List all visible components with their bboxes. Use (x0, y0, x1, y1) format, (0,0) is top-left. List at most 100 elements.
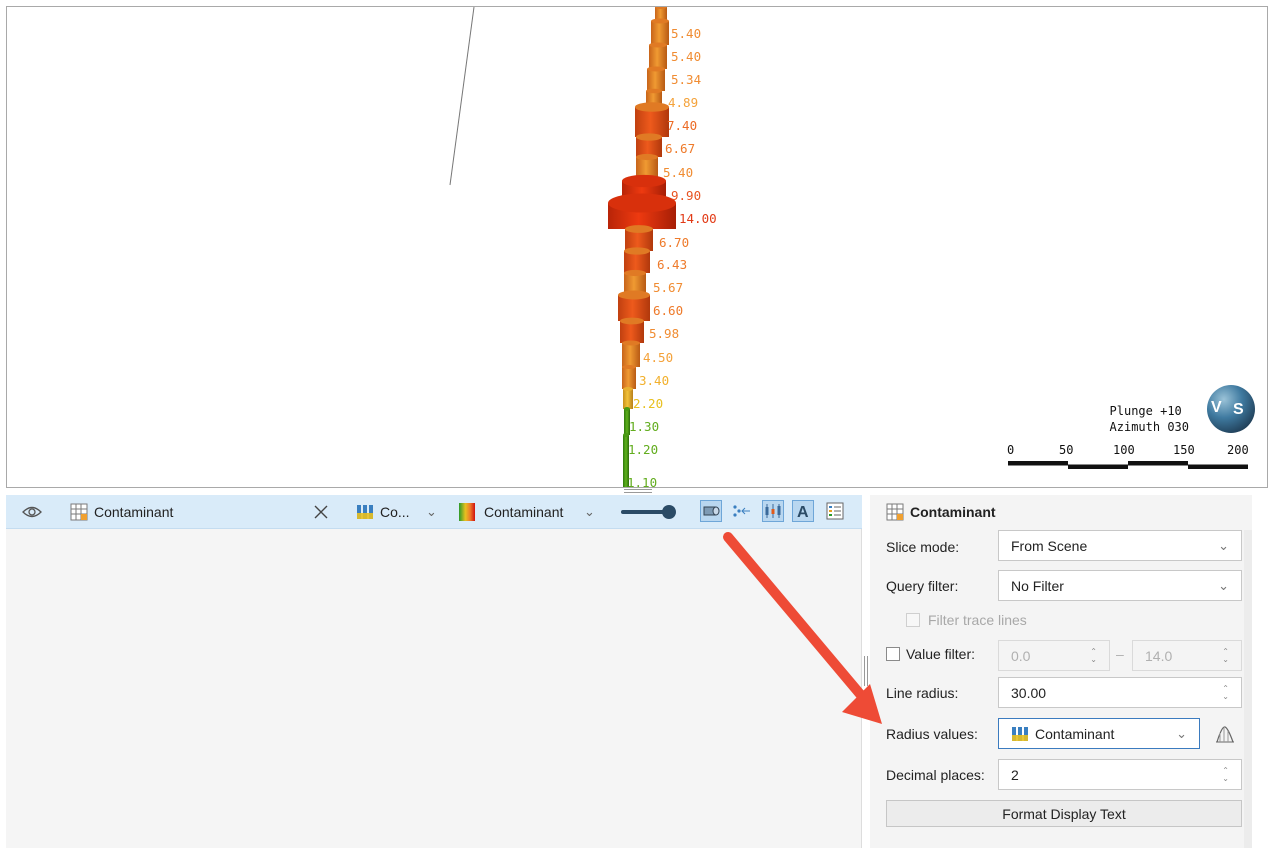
drillhole-segment (649, 45, 667, 69)
legend-icon[interactable] (824, 500, 846, 522)
value-filter-checkbox[interactable] (886, 647, 900, 661)
svg-text:A: A (797, 504, 809, 520)
spinner-arrows-icon[interactable]: ⌃ ⌄ (1222, 684, 1229, 701)
close-icon[interactable] (314, 495, 328, 529)
candlestick-icon[interactable] (762, 500, 784, 522)
slice-mode-value: From Scene (1011, 537, 1088, 554)
columns-icon (356, 495, 374, 529)
distribution-curve-icon[interactable] (1214, 723, 1236, 745)
drillhole-segment-cap (620, 317, 644, 325)
drillhole-segment-cap (625, 225, 653, 233)
line-radius-label: Line radius: (886, 685, 959, 701)
globe-letter-s: S (1233, 401, 1244, 418)
colourmap-select[interactable]: Contaminant (484, 495, 563, 529)
scene-viewport[interactable]: 5.40 5.40 5.34 4.89 7.40 6.67 5.40 9.90 14.00 6.7… (6, 6, 1268, 488)
query-filter-select[interactable]: No Filter ⌄ (998, 570, 1242, 601)
spinner-arrows-icon[interactable]: ⌃ ⌄ (1090, 647, 1097, 664)
column-chevron-down-icon[interactable]: ⌄ (426, 495, 437, 529)
value-label: 4.50 (643, 350, 673, 365)
columns-icon (1012, 726, 1028, 741)
query-filter-label: Query filter: (886, 578, 959, 594)
points-icon[interactable] (730, 500, 752, 522)
text-label-icon[interactable]: A (792, 500, 814, 522)
value-label: 5.40 (663, 165, 693, 180)
globe-letter-v: V (1211, 399, 1222, 416)
value-label: 1.20 (628, 442, 658, 457)
value-label: 6.67 (665, 141, 695, 156)
drillhole-segment-cap (649, 42, 667, 48)
drillhole-scene: 5.40 5.40 5.34 4.89 7.40 6.67 5.40 9.90 14.00 6.7… (449, 7, 717, 488)
drillhole-segment-cap (622, 340, 640, 346)
filter-trace-lines-checkbox[interactable] (906, 613, 920, 627)
line-radius-input[interactable]: 30.00 ⌃ ⌄ (998, 677, 1242, 708)
value-label: 5.40 (671, 49, 701, 64)
drillhole-segment-cap (622, 365, 636, 369)
decimal-places-label: Decimal places: (886, 767, 985, 783)
drillhole-segment-cap (608, 193, 676, 213)
query-filter-value: No Filter (1011, 577, 1064, 594)
value-label: 3.40 (639, 373, 669, 388)
format-display-text-button[interactable]: Format Display Text (886, 800, 1242, 827)
drillhole-segment (647, 69, 665, 91)
radius-values-label: Radius values: (886, 726, 978, 742)
drillhole-segment-cap (622, 174, 666, 188)
panel-header: Contaminant (886, 503, 996, 521)
panel-title: Contaminant (910, 504, 996, 520)
radius-icon[interactable] (700, 500, 722, 522)
value-label: 6.60 (653, 303, 683, 318)
slice-mode-select[interactable]: From Scene ⌄ (998, 530, 1242, 561)
opacity-slider[interactable] (620, 495, 678, 529)
layer-row[interactable]: Contaminant Co... ⌄ Contaminant ⌄ A (6, 495, 862, 529)
spinner-arrows-icon[interactable]: ⌃ ⌄ (1222, 647, 1229, 664)
chevron-down-icon: ⌄ (1176, 725, 1187, 741)
value-label: 1.10 (627, 475, 657, 488)
layer-name: Contaminant (94, 504, 174, 520)
range-dash: – (1116, 646, 1124, 662)
drillhole-segment-cap (636, 153, 658, 161)
drillhole-segment-cap (624, 407, 630, 411)
drillhole-segment-cap (647, 66, 665, 72)
table-icon (886, 503, 904, 521)
filter-trace-lines-label: Filter trace lines (928, 612, 1027, 628)
azimuth-text: Azimuth 030 (1109, 420, 1189, 434)
colourmap-chevron-down-icon[interactable]: ⌄ (584, 495, 595, 529)
value-label: 4.89 (668, 95, 698, 110)
drillhole-segment (622, 343, 640, 367)
value-label: 7.40 (667, 118, 697, 133)
horizontal-splitter-handle[interactable] (624, 489, 652, 493)
vertical-splitter-handle[interactable] (864, 656, 868, 686)
drillhole-segment (622, 367, 636, 389)
drillhole-segment-cap (646, 88, 662, 94)
orientation-readout: Plunge +10 Azimuth 030 (1110, 403, 1189, 435)
value-filter-max-input[interactable]: 14.0 ⌃ ⌄ (1132, 640, 1242, 671)
value-label: 5.40 (671, 26, 701, 41)
value-filter-min-input[interactable]: 0.0 ⌃ ⌄ (998, 640, 1110, 671)
value-filter-min-value: 0.0 (1011, 647, 1031, 664)
layer-panel: Contaminant Co... ⌄ Contaminant ⌄ A (6, 495, 862, 848)
value-filter-max-value: 14.0 (1145, 647, 1173, 664)
drillhole-segment-cap (623, 387, 633, 391)
decimal-places-value: 2 (1011, 766, 1019, 783)
drillhole-segment-cap (624, 269, 646, 277)
value-label: 5.67 (653, 280, 683, 295)
spinner-arrows-icon[interactable]: ⌃ ⌄ (1222, 766, 1229, 783)
value-label: 6.70 (659, 235, 689, 250)
properties-scrollbar[interactable] (1244, 530, 1252, 848)
column-select[interactable]: Co... (380, 495, 410, 529)
line-radius-value: 30.00 (1011, 684, 1047, 701)
eye-icon[interactable] (22, 495, 42, 529)
value-label: 5.98 (649, 326, 679, 341)
value-label: 9.90 (671, 188, 701, 203)
decimal-places-input[interactable]: 2 ⌃ ⌄ (998, 759, 1242, 790)
value-label: 6.43 (657, 257, 687, 272)
orientation-globe-icon[interactable]: V S (1207, 385, 1255, 433)
drillhole-segment (623, 389, 633, 409)
drillhole-segment-cap (635, 102, 669, 112)
value-label: 5.34 (671, 72, 701, 87)
slice-mode-label: Slice mode: (886, 539, 960, 555)
value-label: 1.30 (629, 419, 659, 434)
radius-values-select[interactable]: Contaminant ⌄ (998, 718, 1200, 749)
drillhole-segment-cap (618, 290, 650, 300)
plunge-text: Plunge +10 (1109, 404, 1182, 418)
drillhole-segment-cap (624, 247, 650, 255)
